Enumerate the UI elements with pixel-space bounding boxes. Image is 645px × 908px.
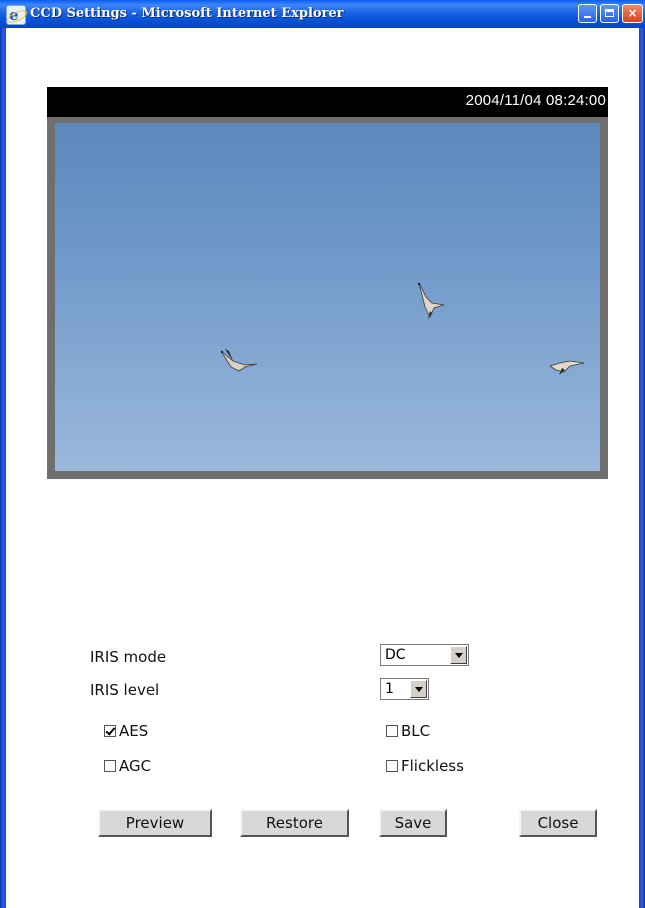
window-border-left xyxy=(0,0,6,908)
iris-level-select[interactable]: 1 xyxy=(380,678,429,700)
blc-label: BLC xyxy=(401,722,431,740)
camera-preview xyxy=(55,123,600,471)
blc-checkbox[interactable]: BLC xyxy=(386,722,430,740)
aes-checkbox[interactable]: AES xyxy=(104,722,148,740)
iris-level-label: IRIS level xyxy=(90,681,160,699)
flickless-check-box[interactable] xyxy=(386,760,398,772)
blc-check-box[interactable] xyxy=(386,725,398,737)
close-window-button[interactable]: × xyxy=(622,4,643,23)
window-title: CCD Settings - Microsoft Internet Explor… xyxy=(30,6,344,21)
chevron-down-icon[interactable] xyxy=(450,646,467,664)
window-border-right xyxy=(639,0,645,908)
timestamp: 2004/11/04 08:24:00 xyxy=(465,92,606,109)
aes-label: AES xyxy=(119,722,149,740)
maximize-button[interactable] xyxy=(600,4,619,23)
birds-image xyxy=(220,282,585,375)
restore-button[interactable]: Restore xyxy=(240,809,349,837)
chevron-down-icon[interactable] xyxy=(410,680,427,698)
agc-check-box[interactable] xyxy=(104,760,116,772)
iris-level-value: 1 xyxy=(385,681,394,697)
aes-check-box[interactable] xyxy=(104,725,116,737)
timestamp-bar: 2004/11/04 08:24:00 xyxy=(47,87,608,117)
minimize-icon xyxy=(584,16,591,18)
iris-mode-label: IRIS mode xyxy=(90,648,167,666)
maximize-icon xyxy=(605,9,614,17)
save-button[interactable]: Save xyxy=(379,809,447,837)
ie-icon: e xyxy=(5,5,29,26)
preview-button[interactable]: Preview xyxy=(98,809,212,837)
bird xyxy=(220,349,258,372)
bird xyxy=(417,282,445,319)
iris-mode-select[interactable]: DC xyxy=(380,644,469,666)
close-button[interactable]: Close xyxy=(519,809,597,837)
iris-mode-value: DC xyxy=(385,647,406,663)
flickless-checkbox[interactable]: Flickless xyxy=(386,757,464,775)
agc-label: AGC xyxy=(119,757,152,775)
flickless-label: Flickless xyxy=(401,757,464,775)
close-icon: × xyxy=(627,6,638,20)
agc-checkbox[interactable]: AGC xyxy=(104,757,151,775)
title-bar[interactable]: e CCD Settings - Microsoft Internet Expl… xyxy=(0,0,645,28)
bird xyxy=(549,360,585,375)
minimize-button[interactable] xyxy=(578,4,597,23)
